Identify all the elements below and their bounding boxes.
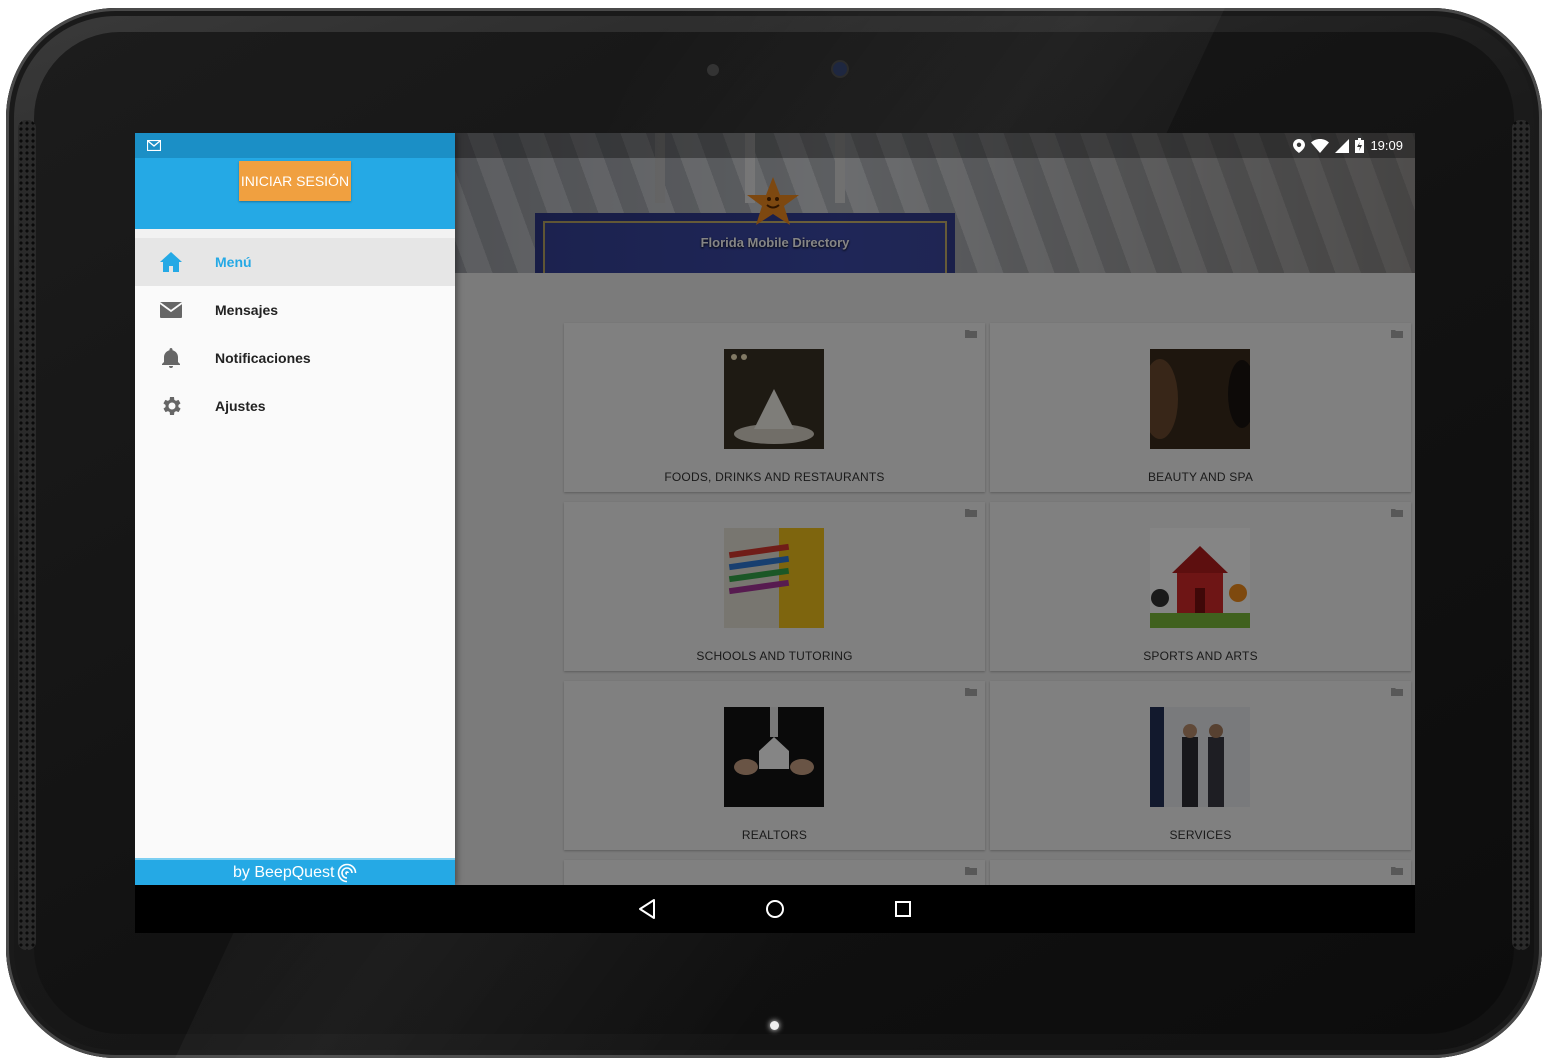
device-screen: Florida Mobile Directory FOODS, DRINKS A… bbox=[135, 133, 1415, 933]
status-icons: 19:09 bbox=[1293, 133, 1403, 158]
menu-item-label: Ajustes bbox=[215, 398, 266, 414]
battery-charging-icon bbox=[1355, 138, 1365, 153]
login-button[interactable]: INICIAR SESIÓN bbox=[239, 161, 351, 201]
drawer-menu: Menú Mensajes Notificaciones Ajustes bbox=[135, 238, 455, 430]
bell-icon bbox=[162, 348, 180, 368]
wifi-icon bbox=[1311, 138, 1330, 153]
envelope-icon bbox=[159, 302, 183, 318]
beepquest-logo-icon bbox=[337, 863, 357, 883]
gmail-notification-icon bbox=[147, 140, 161, 151]
status-time: 19:09 bbox=[1370, 138, 1403, 153]
menu-item-label: Menú bbox=[215, 254, 252, 270]
menu-item-label: Notificaciones bbox=[215, 350, 311, 366]
tablet-device: Florida Mobile Directory FOODS, DRINKS A… bbox=[0, 0, 1548, 1062]
left-speaker-grille bbox=[18, 120, 36, 950]
notification-led bbox=[770, 1021, 779, 1030]
menu-item-messages[interactable]: Mensajes bbox=[135, 286, 455, 334]
menu-item-settings[interactable]: Ajustes bbox=[135, 382, 455, 430]
menu-item-notifications[interactable]: Notificaciones bbox=[135, 334, 455, 382]
gear-icon bbox=[163, 397, 181, 415]
right-speaker-grille bbox=[1512, 120, 1530, 950]
home-icon bbox=[160, 252, 182, 272]
footer-branding-text: by BeepQuest bbox=[233, 864, 335, 881]
drawer-header: INICIAR SESIÓN bbox=[135, 158, 455, 229]
navigation-drawer: INICIAR SESIÓN Menú Mensajes Notificacio… bbox=[135, 133, 455, 887]
light-sensor bbox=[707, 64, 719, 76]
recents-icon[interactable] bbox=[891, 897, 915, 921]
front-camera bbox=[833, 62, 847, 76]
drawer-status-strip bbox=[135, 133, 455, 158]
drawer-footer-branding[interactable]: by BeepQuest bbox=[135, 858, 455, 887]
system-navigation-bar bbox=[135, 885, 1415, 933]
home-circle-icon[interactable] bbox=[763, 897, 787, 921]
cell-signal-icon bbox=[1335, 138, 1350, 153]
drawer-divider bbox=[135, 229, 455, 238]
menu-item-menu[interactable]: Menú bbox=[135, 238, 455, 286]
back-icon[interactable] bbox=[635, 897, 659, 921]
location-icon bbox=[1293, 138, 1306, 153]
menu-item-label: Mensajes bbox=[215, 302, 279, 318]
